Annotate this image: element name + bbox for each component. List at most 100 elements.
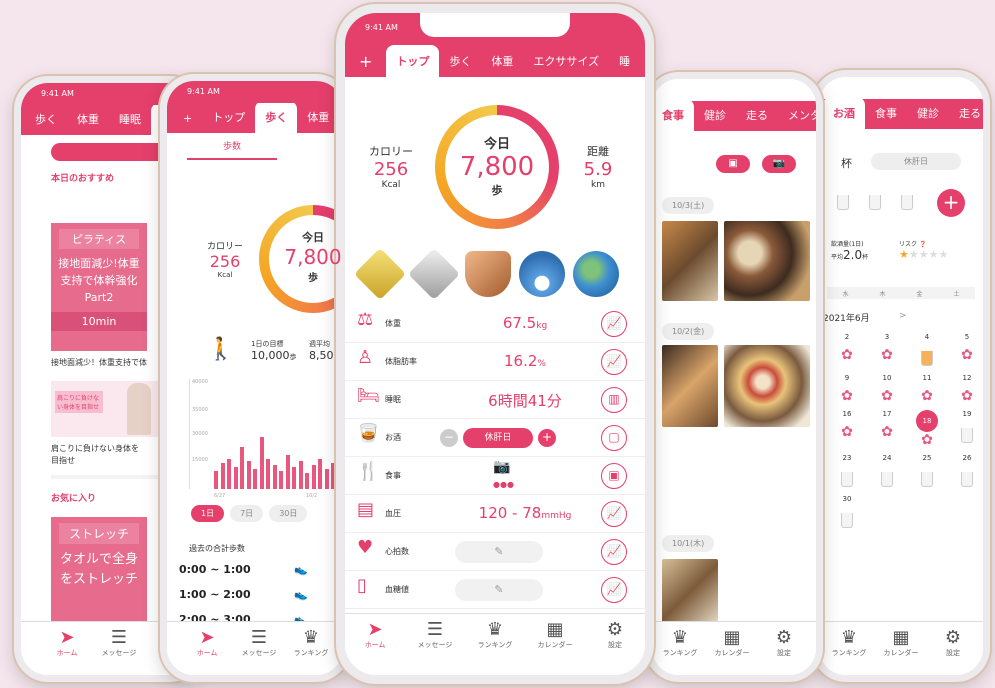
- exercise-card-3[interactable]: ストレッチ タオルで全身をストレッチ: [51, 517, 147, 635]
- tab-weight[interactable]: 体重: [67, 111, 109, 135]
- nav-ranking[interactable]: ♛ ランキング: [654, 628, 706, 675]
- help-icon[interactable]: ❓: [919, 241, 926, 248]
- mountain-badge-icon[interactable]: [519, 251, 565, 297]
- calendar-day[interactable]: 10 ✿: [867, 374, 907, 404]
- calendar-day[interactable]: 24: [867, 454, 907, 489]
- nav-settings[interactable]: ⚙ 設定: [589, 620, 641, 675]
- cup-icon[interactable]: [869, 195, 881, 210]
- nav-messages[interactable]: ☰ メッセージ: [233, 628, 285, 675]
- meal-photo[interactable]: [724, 221, 810, 301]
- nav-calendar[interactable]: ▦ カレンダー: [529, 620, 581, 675]
- edit-button[interactable]: ✎: [455, 541, 543, 563]
- tab-run[interactable]: 走る: [736, 107, 778, 131]
- add-tab-button[interactable]: +: [345, 52, 386, 77]
- tab-sleep[interactable]: 睡: [609, 53, 640, 77]
- calendar-day[interactable]: 2 ✿: [827, 333, 867, 368]
- metric-row-6[interactable]: ▤ 血圧 120 - 78mmHg 📈: [345, 495, 645, 533]
- trend-chart-icon[interactable]: ▣: [601, 463, 627, 489]
- calendar-day[interactable]: 11 ✿: [907, 374, 947, 404]
- meal-photo[interactable]: [662, 345, 718, 427]
- gold-badge-icon[interactable]: [353, 247, 407, 301]
- meal-photo[interactable]: [662, 221, 718, 301]
- next-month-button[interactable]: >: [899, 311, 907, 321]
- calendar-day[interactable]: 18 ✿: [907, 410, 947, 448]
- nav-calendar[interactable]: ▦ カレンダー: [875, 628, 927, 675]
- nav-messages[interactable]: ☰ メッセージ: [93, 628, 145, 675]
- trend-chart-icon[interactable]: 📈: [601, 311, 627, 337]
- calendar-day[interactable]: 12 ✿: [947, 374, 983, 404]
- nav-ranking[interactable]: ♛ ランキング: [469, 620, 521, 675]
- gallery-button[interactable]: ▣: [716, 155, 750, 173]
- nav-settings[interactable]: ⚙ 設定: [758, 628, 810, 675]
- trend-chart-icon[interactable]: ▢: [601, 425, 627, 451]
- tab-top[interactable]: トップ: [386, 45, 440, 77]
- metric-row-7[interactable]: ♥ 心拍数 ✎ 📈: [345, 533, 645, 571]
- trend-chart-icon[interactable]: 📈: [601, 539, 627, 565]
- nav-home[interactable]: ➤ ホーム: [349, 620, 401, 675]
- calendar-day[interactable]: 4: [907, 333, 947, 368]
- metric-row-8[interactable]: ▯ 血糖値 ✎ 📈: [345, 571, 645, 609]
- subtab-steps[interactable]: 歩数: [187, 139, 277, 160]
- meal-photo[interactable]: [662, 559, 718, 625]
- plus-button[interactable]: +: [538, 429, 556, 447]
- minus-button[interactable]: −: [440, 429, 458, 447]
- trend-chart-icon[interactable]: 📈: [601, 577, 627, 603]
- calendar-day[interactable]: 25: [907, 454, 947, 489]
- edit-button[interactable]: ✎: [455, 579, 543, 601]
- range-30d[interactable]: 30日: [269, 505, 308, 522]
- tab-sleep[interactable]: 睡眠: [109, 111, 151, 135]
- rest-day-badge[interactable]: 休肝日: [871, 153, 961, 170]
- tab-mental[interactable]: メンタル: [778, 107, 816, 131]
- calendar-day[interactable]: 23: [827, 454, 867, 489]
- tab-checkup[interactable]: 健診: [907, 105, 949, 129]
- add-drink-button[interactable]: +: [937, 189, 965, 217]
- nav-calendar[interactable]: ▦ カレンダー: [706, 628, 758, 675]
- calendar-day[interactable]: 16 ✿: [827, 410, 867, 448]
- tab-walk[interactable]: 歩く: [255, 103, 298, 133]
- camera-button[interactable]: 📷: [762, 155, 796, 173]
- tab-top[interactable]: トップ: [202, 109, 255, 133]
- tab-weight[interactable]: 体重: [297, 109, 339, 133]
- calendar-day[interactable]: 26: [947, 454, 983, 489]
- tab-meal[interactable]: 食事: [652, 101, 694, 131]
- tab-exercise[interactable]: エクササイズ: [523, 53, 609, 77]
- calendar-day[interactable]: 9 ✿: [827, 374, 867, 404]
- metric-row-4[interactable]: 🥃 お酒 − 休肝日 + ▢: [345, 419, 645, 457]
- rest-day-button[interactable]: 休肝日: [463, 428, 533, 448]
- tab-run[interactable]: 走る: [949, 105, 983, 129]
- calendar-day[interactable]: 17 ✿: [867, 410, 907, 448]
- trend-chart-icon[interactable]: 📈: [601, 501, 627, 527]
- meal-photo[interactable]: [724, 345, 810, 427]
- exercise-card-1[interactable]: ピラティス 接地面減少!体重支持で体幹強化 Part2 10min: [51, 223, 147, 351]
- silver-badge-icon[interactable]: [407, 247, 461, 301]
- nav-ranking[interactable]: ♛ ランキング: [823, 628, 875, 675]
- tab-walk[interactable]: 歩く: [439, 53, 481, 77]
- nav-ranking[interactable]: ♛ ランキング: [285, 628, 337, 675]
- tab-walk[interactable]: 歩く: [25, 111, 67, 135]
- nav-home[interactable]: ➤ ホーム: [41, 628, 93, 675]
- metric-row-5[interactable]: 🍴 食事 📷 ●●● ▣: [345, 457, 645, 495]
- cup-icon[interactable]: [901, 195, 913, 210]
- metric-row-1[interactable]: ⚖ 体重 67.5kg 📈: [345, 305, 645, 343]
- trend-chart-icon[interactable]: 📈: [601, 349, 627, 375]
- trend-chart-icon[interactable]: ▥: [601, 387, 627, 413]
- tab-meal[interactable]: 食事: [865, 105, 907, 129]
- nav-settings[interactable]: ⚙ 設定: [927, 628, 979, 675]
- nav-home[interactable]: ➤ ホーム: [181, 628, 233, 675]
- calendar-day[interactable]: 19: [947, 410, 983, 448]
- range-1d[interactable]: 1日: [191, 505, 225, 522]
- camera-button[interactable]: 📷 ●●●: [493, 459, 514, 491]
- tab-weight[interactable]: 体重: [481, 53, 523, 77]
- globe-badge-icon[interactable]: [573, 251, 619, 297]
- calendar-day[interactable]: 5 ✿: [947, 333, 983, 368]
- metric-row-2[interactable]: ♙ 体脂肪率 16.2% 📈: [345, 343, 645, 381]
- metric-row-3[interactable]: 🛏 睡眠 6時間41分 ▥: [345, 381, 645, 419]
- cup-icon[interactable]: [837, 195, 849, 210]
- bronze-badge-icon[interactable]: [465, 251, 511, 297]
- tab-add[interactable]: +: [173, 112, 202, 133]
- tab-checkup[interactable]: 健診: [694, 107, 736, 131]
- calendar-day[interactable]: 30: [827, 495, 867, 530]
- exercise-card-2[interactable]: 肩こりに負けない身体を目指せ: [51, 381, 161, 437]
- nav-messages[interactable]: ☰ メッセージ: [409, 620, 461, 675]
- tab-alcohol[interactable]: お酒: [823, 99, 865, 129]
